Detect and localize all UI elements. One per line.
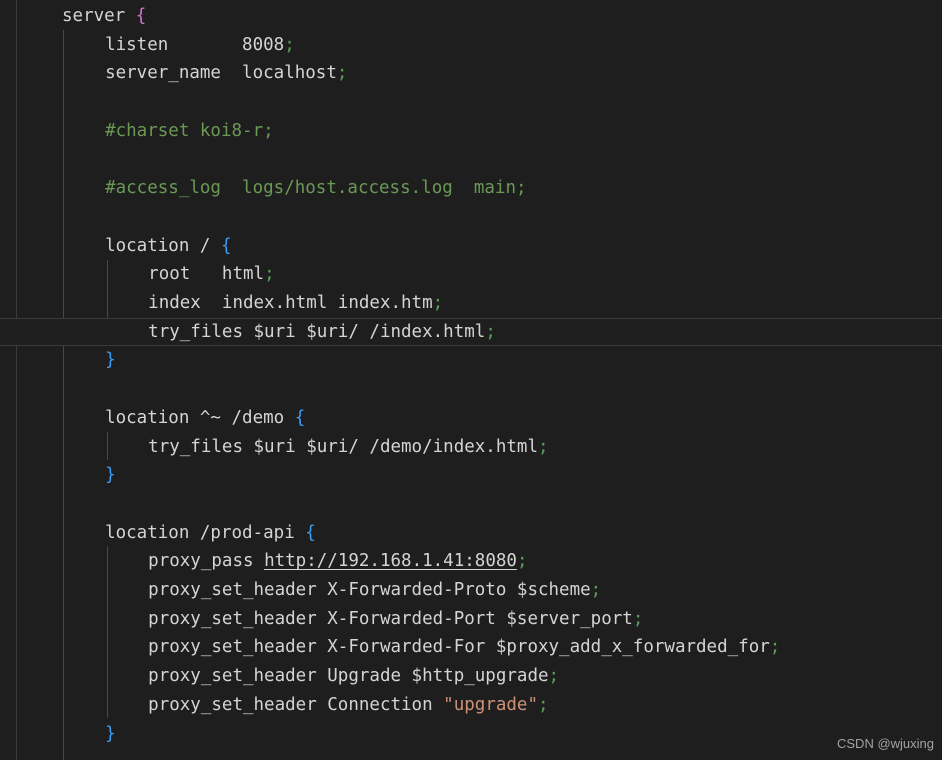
- code-token-brace-m: {: [135, 6, 147, 26]
- code-token-semi: ;: [516, 551, 528, 572]
- code-token-plain: proxy_pass: [148, 551, 265, 572]
- code-token-plain: index index.html index.htm: [148, 293, 433, 313]
- editor-gutter[interactable]: [0, 0, 17, 760]
- code-token-semi: ;: [769, 637, 781, 658]
- code-line[interactable]: try_files $uri $uri/ /index.html;: [148, 318, 496, 347]
- code-token-semi: ;: [432, 293, 444, 313]
- code-line[interactable]: try_files $uri $uri/ /demo/index.html;: [148, 433, 548, 462]
- code-line[interactable]: proxy_pass http://192.168.1.41:8080;: [148, 547, 527, 576]
- code-token-plain: location /: [105, 235, 221, 256]
- code-token-plain: proxy_set_header X-Forwarded-Port $serve…: [148, 608, 633, 629]
- code-line[interactable]: }: [105, 720, 116, 749]
- code-token-plain: location ^~ /demo: [105, 407, 295, 428]
- code-token-comment: #charset koi8-r;: [105, 120, 274, 141]
- code-token-semi: ;: [590, 580, 602, 600]
- code-line[interactable]: listen 8008;: [105, 31, 295, 60]
- watermark-label: CSDN @wjuxing: [837, 736, 934, 751]
- code-token-semi: ;: [538, 694, 549, 715]
- code-token-plain: proxy_set_header Upgrade $http_upgrade: [148, 666, 549, 687]
- code-line[interactable]: index index.html index.htm;: [148, 289, 443, 318]
- indent-guide-1: [107, 260, 108, 346]
- code-line[interactable]: #charset koi8-r;: [105, 117, 274, 146]
- code-token-brace-b: {: [220, 235, 232, 256]
- code-token-brace-b: }: [105, 465, 116, 486]
- code-token-comment: #access_log logs/host.access.log main;: [105, 178, 527, 199]
- code-token-plain: server_name localhost: [105, 63, 337, 84]
- code-line[interactable]: proxy_set_header X-Forwarded-For $proxy_…: [148, 633, 780, 662]
- code-token-semi: ;: [284, 34, 295, 55]
- code-token-plain: listen 8008: [105, 34, 285, 55]
- code-token-plain: try_files $uri $uri/ /index.html: [148, 321, 486, 342]
- indent-guide-2: [107, 432, 108, 460]
- code-line[interactable]: root html;: [148, 260, 274, 289]
- code-line[interactable]: location /prod-api {: [105, 519, 316, 548]
- code-line[interactable]: }: [105, 461, 116, 490]
- code-line[interactable]: location / {: [105, 232, 231, 261]
- code-line[interactable]: proxy_set_header Upgrade $http_upgrade;: [148, 662, 559, 691]
- indent-guide-3: [107, 546, 108, 718]
- code-line[interactable]: proxy_set_header X-Forwarded-Port $serve…: [148, 605, 643, 634]
- code-line[interactable]: server_name localhost;: [105, 59, 347, 88]
- code-line[interactable]: location ^~ /demo {: [105, 404, 305, 433]
- code-token-brace-b: }: [105, 350, 116, 371]
- code-token-plain: try_files $uri $uri/ /demo/index.html: [148, 436, 538, 457]
- code-token-semi: ;: [548, 666, 560, 687]
- code-token-semi: ;: [485, 321, 496, 342]
- code-token-plain: root html: [148, 264, 265, 285]
- code-line[interactable]: server {: [62, 2, 146, 31]
- code-line[interactable]: }: [105, 346, 116, 375]
- code-token-link[interactable]: http://192.168.1.41:8080: [264, 551, 517, 571]
- code-token-plain: proxy_set_header X-Forwarded-For $proxy_…: [148, 637, 770, 658]
- indent-guide-0: [63, 30, 64, 760]
- code-token-plain: location /prod-api: [105, 522, 306, 543]
- code-token-semi: ;: [632, 608, 644, 629]
- code-token-plain: server: [62, 6, 136, 26]
- code-editor[interactable]: server {listen 8008; server_name localhos…: [0, 0, 942, 760]
- code-token-plain: proxy_set_header Connection: [148, 694, 444, 715]
- code-line[interactable]: proxy_set_header Connection "upgrade";: [148, 691, 548, 720]
- code-token-brace-b: {: [294, 407, 306, 428]
- code-line[interactable]: proxy_set_header X-Forwarded-Proto $sche…: [148, 576, 601, 605]
- code-token-semi: ;: [537, 436, 549, 457]
- code-token-semi: ;: [264, 264, 275, 285]
- code-line[interactable]: #access_log logs/host.access.log main;: [105, 174, 526, 203]
- code-token-semi: ;: [336, 63, 348, 84]
- code-token-brace-b: {: [305, 522, 316, 543]
- code-token-brace-b: }: [105, 723, 116, 744]
- code-token-plain: proxy_set_header X-Forwarded-Proto $sche…: [148, 580, 591, 600]
- code-token-string: "upgrade": [443, 694, 538, 715]
